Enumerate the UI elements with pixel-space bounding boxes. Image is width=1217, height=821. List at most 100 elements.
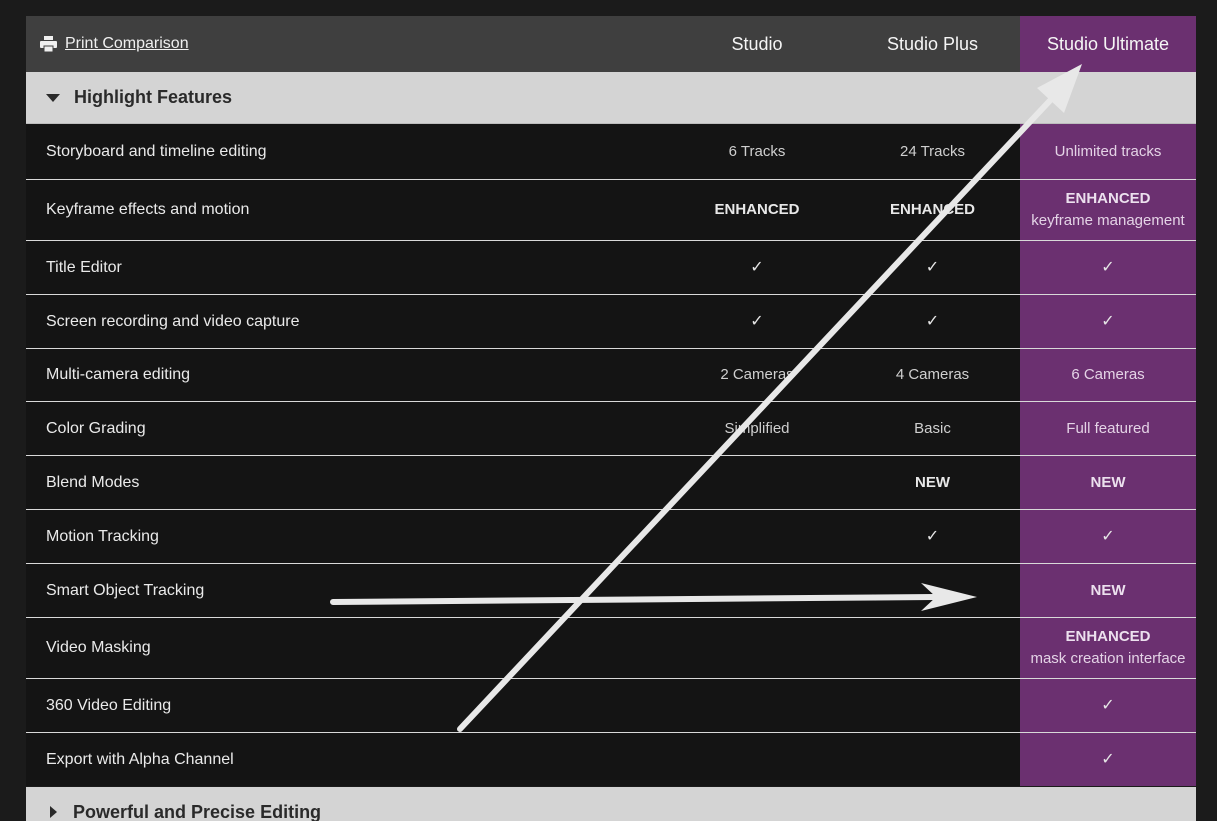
feature-cell: Simplified <box>669 402 845 455</box>
feature-badge: ENHANCED <box>1065 190 1151 207</box>
check-icon: ✓ <box>750 312 764 330</box>
feature-cell: Basic <box>845 402 1020 455</box>
table-row: Color Grading Simplified Basic Full feature… <box>26 401 1196 455</box>
feature-value: 6 Tracks <box>728 142 786 160</box>
feature-badge: NEW <box>1090 473 1126 491</box>
check-icon: ✓ <box>1101 258 1115 276</box>
column-studio[interactable]: Studio <box>669 16 845 72</box>
feature-name: Keyframe effects and motion <box>46 201 250 218</box>
feature-name: Blend Modes <box>46 473 140 491</box>
feature-cell <box>845 618 1020 678</box>
feature-cell: ✓ <box>1020 241 1196 294</box>
feature-cell: NEW <box>1020 456 1196 509</box>
table-row: Multi-camera editing 2 Cameras 4 Cameras 6 … <box>26 348 1196 401</box>
feature-cell: 24 Tracks <box>845 124 1020 179</box>
feature-name: Motion Tracking <box>46 527 159 545</box>
section-powerful-precise-editing[interactable]: Powerful and Precise Editing <box>26 787 1196 821</box>
table-row: Blend Modes NEW NEW <box>26 455 1196 509</box>
feature-cell: ✓ <box>1020 510 1196 563</box>
table-row: Keyframe effects and motion ENHANCED ENHAN… <box>26 179 1196 240</box>
feature-cell <box>669 456 845 509</box>
feature-value: Simplified <box>724 419 790 437</box>
table-row: Storyboard and timeline editing 6 Tracks 2… <box>26 124 1196 179</box>
table-row: Smart Object Tracking NEW <box>26 563 1196 617</box>
column-studio-plus[interactable]: Studio Plus <box>845 16 1020 72</box>
feature-cell: ✓ <box>845 510 1020 563</box>
check-icon: ✓ <box>1101 312 1115 330</box>
feature-value: 6 Cameras <box>1071 366 1145 383</box>
feature-name: Multi-camera editing <box>46 366 191 383</box>
table-row: Motion Tracking ✓ ✓ <box>26 509 1196 563</box>
feature-value: Full featured <box>1066 419 1150 437</box>
check-icon: ✓ <box>925 527 940 545</box>
column-studio-ultimate[interactable]: Studio Ultimate <box>1020 16 1196 72</box>
feature-value: mask creation interface <box>1030 650 1186 667</box>
check-icon: ✓ <box>750 258 764 276</box>
feature-name: Screen recording and video capture <box>46 312 300 330</box>
feature-cell: 2 Cameras <box>669 349 845 401</box>
table-row: Video Masking ENHANCED mask creation inter… <box>26 617 1196 678</box>
feature-rows: Storyboard and timeline editing 6 Tracks 2… <box>26 124 1196 786</box>
feature-badge: NEW <box>1090 581 1126 599</box>
feature-cell: NEW <box>1020 564 1196 617</box>
feature-cell <box>669 679 845 732</box>
feature-value: keyframe management <box>1031 212 1185 229</box>
feature-cell: NEW <box>845 456 1020 509</box>
check-icon: ✓ <box>1101 750 1115 768</box>
feature-name: Smart Object Tracking <box>46 581 205 599</box>
feature-badge: ENHANCED <box>1065 628 1151 645</box>
feature-name: Video Masking <box>46 639 151 656</box>
feature-value: 4 Cameras <box>895 366 970 383</box>
section-title: Highlight Features <box>74 87 233 107</box>
feature-cell: ✓ <box>1020 295 1196 348</box>
feature-value: 2 Cameras <box>720 366 794 383</box>
table-row: 360 Video Editing ✓ <box>26 678 1196 732</box>
table-row: Export with Alpha Channel ✓ <box>26 732 1196 786</box>
table-row: Screen recording and video capture ✓ ✓ ✓ <box>26 294 1196 348</box>
print-comparison-label: Print Comparison <box>65 35 189 52</box>
feature-cell <box>669 733 845 786</box>
check-icon: ✓ <box>1101 696 1115 714</box>
print-comparison-link[interactable]: Print Comparison <box>40 16 189 72</box>
feature-value: Unlimited tracks <box>1054 142 1162 160</box>
check-icon: ✓ <box>925 312 940 330</box>
feature-cell: ✓ <box>669 241 845 294</box>
feature-name: 360 Video Editing <box>46 696 172 714</box>
feature-cell <box>845 679 1020 732</box>
feature-cell: ENHANCED <box>669 180 845 240</box>
feature-cell: ENHANCED <box>845 180 1020 240</box>
feature-cell: ENHANCED keyframe management <box>1020 180 1196 240</box>
check-icon: ✓ <box>1101 527 1115 545</box>
feature-cell <box>669 564 845 617</box>
feature-value: 24 Tracks <box>899 142 966 160</box>
check-icon: ✓ <box>925 258 940 276</box>
feature-cell: ✓ <box>1020 733 1196 786</box>
feature-cell: Full featured <box>1020 402 1196 455</box>
printer-icon <box>40 36 57 52</box>
feature-name: Export with Alpha Channel <box>46 750 234 768</box>
feature-cell: 6 Cameras <box>1020 349 1196 401</box>
feature-cell: ✓ <box>1020 679 1196 732</box>
feature-cell: ✓ <box>669 295 845 348</box>
comparison-table: Print Comparison Studio Studio Plus Stud… <box>26 16 1196 786</box>
feature-cell <box>845 564 1020 617</box>
feature-cell: 4 Cameras <box>845 349 1020 401</box>
feature-cell <box>669 618 845 678</box>
section-highlight-features[interactable]: Highlight Features <box>26 72 1196 124</box>
section-title: Powerful and Precise Editing <box>73 801 322 821</box>
feature-cell: ✓ <box>845 295 1020 348</box>
feature-cell: Unlimited tracks <box>1020 124 1196 179</box>
feature-name: Storyboard and timeline editing <box>46 142 267 160</box>
feature-name: Title Editor <box>46 258 122 276</box>
feature-cell <box>845 733 1020 786</box>
feature-cell <box>669 510 845 563</box>
table-header: Print Comparison Studio Studio Plus Stud… <box>26 16 1196 72</box>
feature-cell: ✓ <box>845 241 1020 294</box>
feature-cell: 6 Tracks <box>669 124 845 179</box>
feature-badge: NEW <box>915 473 950 491</box>
triangle-down-icon <box>46 93 60 102</box>
feature-cell: ENHANCED mask creation interface <box>1020 618 1196 678</box>
feature-value: Basic <box>914 419 951 437</box>
feature-badge: ENHANCED <box>889 201 975 218</box>
table-row: Title Editor ✓ ✓ ✓ <box>26 240 1196 294</box>
